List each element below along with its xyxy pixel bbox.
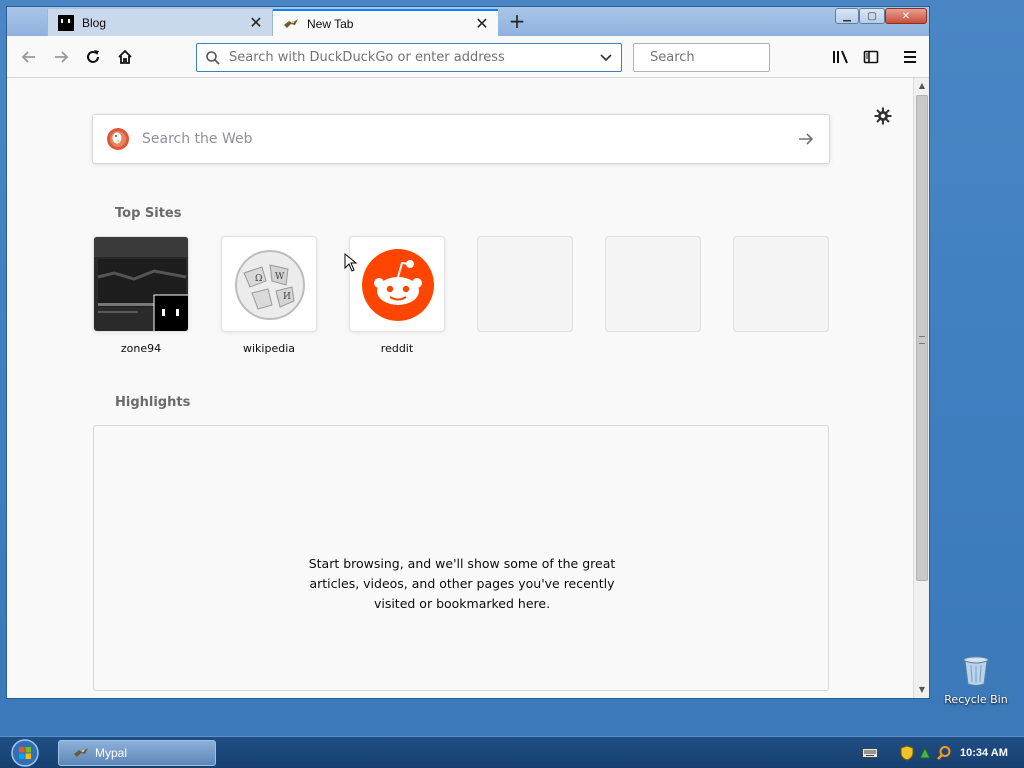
top-site-label[interactable]: zone94 bbox=[81, 342, 201, 355]
taskbar: Mypal 10:34 AM bbox=[0, 736, 1024, 768]
mypal-favicon-icon bbox=[284, 18, 298, 28]
web-search-input[interactable] bbox=[142, 131, 797, 147]
highlights-panel: Start browsing, and we'll show some of t… bbox=[93, 425, 829, 691]
scroll-down-arrow-icon[interactable]: ▼ bbox=[914, 682, 930, 698]
minimize-button[interactable]: ▁ bbox=[835, 8, 859, 24]
wikipedia-globe-icon: Ω W И bbox=[222, 237, 316, 331]
taskbar-app-mypal[interactable]: Mypal bbox=[58, 740, 216, 766]
tab-new-tab[interactable]: New Tab ✕ bbox=[273, 9, 498, 36]
hamburger-menu-icon bbox=[904, 51, 916, 63]
search-bar[interactable] bbox=[633, 43, 820, 72]
url-input[interactable] bbox=[229, 44, 599, 71]
forward-arrow-icon bbox=[55, 51, 69, 63]
keyboard-icon[interactable] bbox=[862, 747, 878, 759]
highlights-empty-text: Start browsing, and we'll show some of t… bbox=[308, 556, 616, 611]
recycle-bin-shortcut[interactable]: Recycle Bin bbox=[942, 655, 1010, 706]
recycle-bin-label: Recycle Bin bbox=[944, 693, 1008, 706]
tab-label: Blog bbox=[82, 15, 107, 30]
arrow-right-icon[interactable] bbox=[797, 130, 815, 148]
start-button[interactable] bbox=[8, 738, 42, 768]
top-site-tile-wikipedia[interactable]: Ω W И bbox=[221, 236, 317, 332]
shield-icon[interactable] bbox=[900, 745, 914, 761]
tab-blog[interactable]: Blog ✕ bbox=[47, 9, 273, 36]
top-site-placeholder bbox=[733, 236, 829, 332]
home-button[interactable] bbox=[111, 43, 139, 71]
search-icon bbox=[206, 50, 220, 65]
new-tab-page: Top Sites zone94 bbox=[7, 78, 913, 698]
reddit-logo-icon bbox=[350, 237, 444, 331]
sidebar-icon bbox=[863, 50, 879, 64]
network-icon[interactable] bbox=[918, 746, 932, 760]
top-site-tile-zone94[interactable] bbox=[93, 236, 189, 332]
tab-label: New Tab bbox=[307, 16, 354, 31]
mouse-cursor-icon bbox=[344, 253, 358, 272]
top-site-tile-reddit[interactable] bbox=[349, 236, 445, 332]
gear-icon bbox=[874, 107, 892, 125]
reload-icon bbox=[87, 50, 99, 63]
scroll-grip-icon bbox=[919, 336, 925, 344]
chevron-down-icon[interactable] bbox=[599, 51, 613, 65]
top-sites-heading: Top Sites bbox=[115, 206, 182, 221]
web-search-box[interactable] bbox=[92, 114, 830, 164]
vertical-scrollbar[interactable]: ▲ ▼ bbox=[913, 78, 929, 698]
tab-close-icon[interactable]: ✕ bbox=[244, 11, 268, 35]
menu-button[interactable] bbox=[896, 43, 924, 71]
highlights-heading: Highlights bbox=[115, 395, 191, 410]
highlights-empty-message: Start browsing, and we'll show some of t… bbox=[94, 554, 830, 614]
taskbar-clock[interactable]: 10:34 AM bbox=[960, 747, 1008, 759]
scrollbar-thumb[interactable] bbox=[916, 95, 928, 581]
search-input[interactable] bbox=[650, 44, 820, 71]
recycle-bin-icon bbox=[963, 656, 989, 686]
top-site-placeholder bbox=[477, 236, 573, 332]
library-button[interactable] bbox=[827, 43, 855, 71]
top-site-placeholder bbox=[605, 236, 701, 332]
top-site-label[interactable]: reddit bbox=[337, 342, 457, 355]
close-window-button[interactable]: ✕ bbox=[885, 8, 927, 24]
system-tray: 10:34 AM bbox=[862, 737, 1024, 768]
new-tab-button[interactable]: + bbox=[505, 10, 529, 34]
svg-text:Ω: Ω bbox=[255, 274, 262, 284]
url-bar[interactable] bbox=[196, 43, 622, 72]
back-button[interactable] bbox=[15, 43, 43, 71]
svg-text:И: И bbox=[283, 292, 291, 302]
tab-strip: Blog ✕ New Tab ✕ + ▁ ▢ ✕ bbox=[7, 7, 929, 36]
windows-logo-icon bbox=[11, 739, 39, 767]
mypal-icon bbox=[74, 748, 88, 757]
sidebar-button[interactable] bbox=[857, 43, 885, 71]
duckduckgo-logo-icon bbox=[107, 128, 129, 150]
navigation-toolbar bbox=[7, 36, 929, 78]
top-site-label[interactable]: wikipedia bbox=[209, 342, 329, 355]
blog-favicon-icon bbox=[58, 14, 74, 31]
forward-button[interactable] bbox=[47, 43, 75, 71]
back-arrow-icon bbox=[21, 51, 35, 63]
settings-button[interactable] bbox=[871, 104, 895, 128]
reload-button[interactable] bbox=[79, 43, 107, 71]
browser-window: Blog ✕ New Tab ✕ + ▁ ▢ ✕ Search with Duc… bbox=[6, 6, 930, 699]
zone94-thumbnail bbox=[94, 237, 188, 331]
scroll-up-arrow-icon[interactable]: ▲ bbox=[914, 78, 930, 94]
taskbar-app-label: Mypal bbox=[95, 746, 128, 760]
tab-close-icon[interactable]: ✕ bbox=[470, 12, 494, 36]
maximize-button[interactable]: ▢ bbox=[859, 8, 885, 24]
svg-text:W: W bbox=[275, 272, 285, 282]
library-icon bbox=[833, 50, 848, 64]
search-tray-icon[interactable] bbox=[936, 745, 952, 761]
home-icon bbox=[118, 49, 132, 64]
